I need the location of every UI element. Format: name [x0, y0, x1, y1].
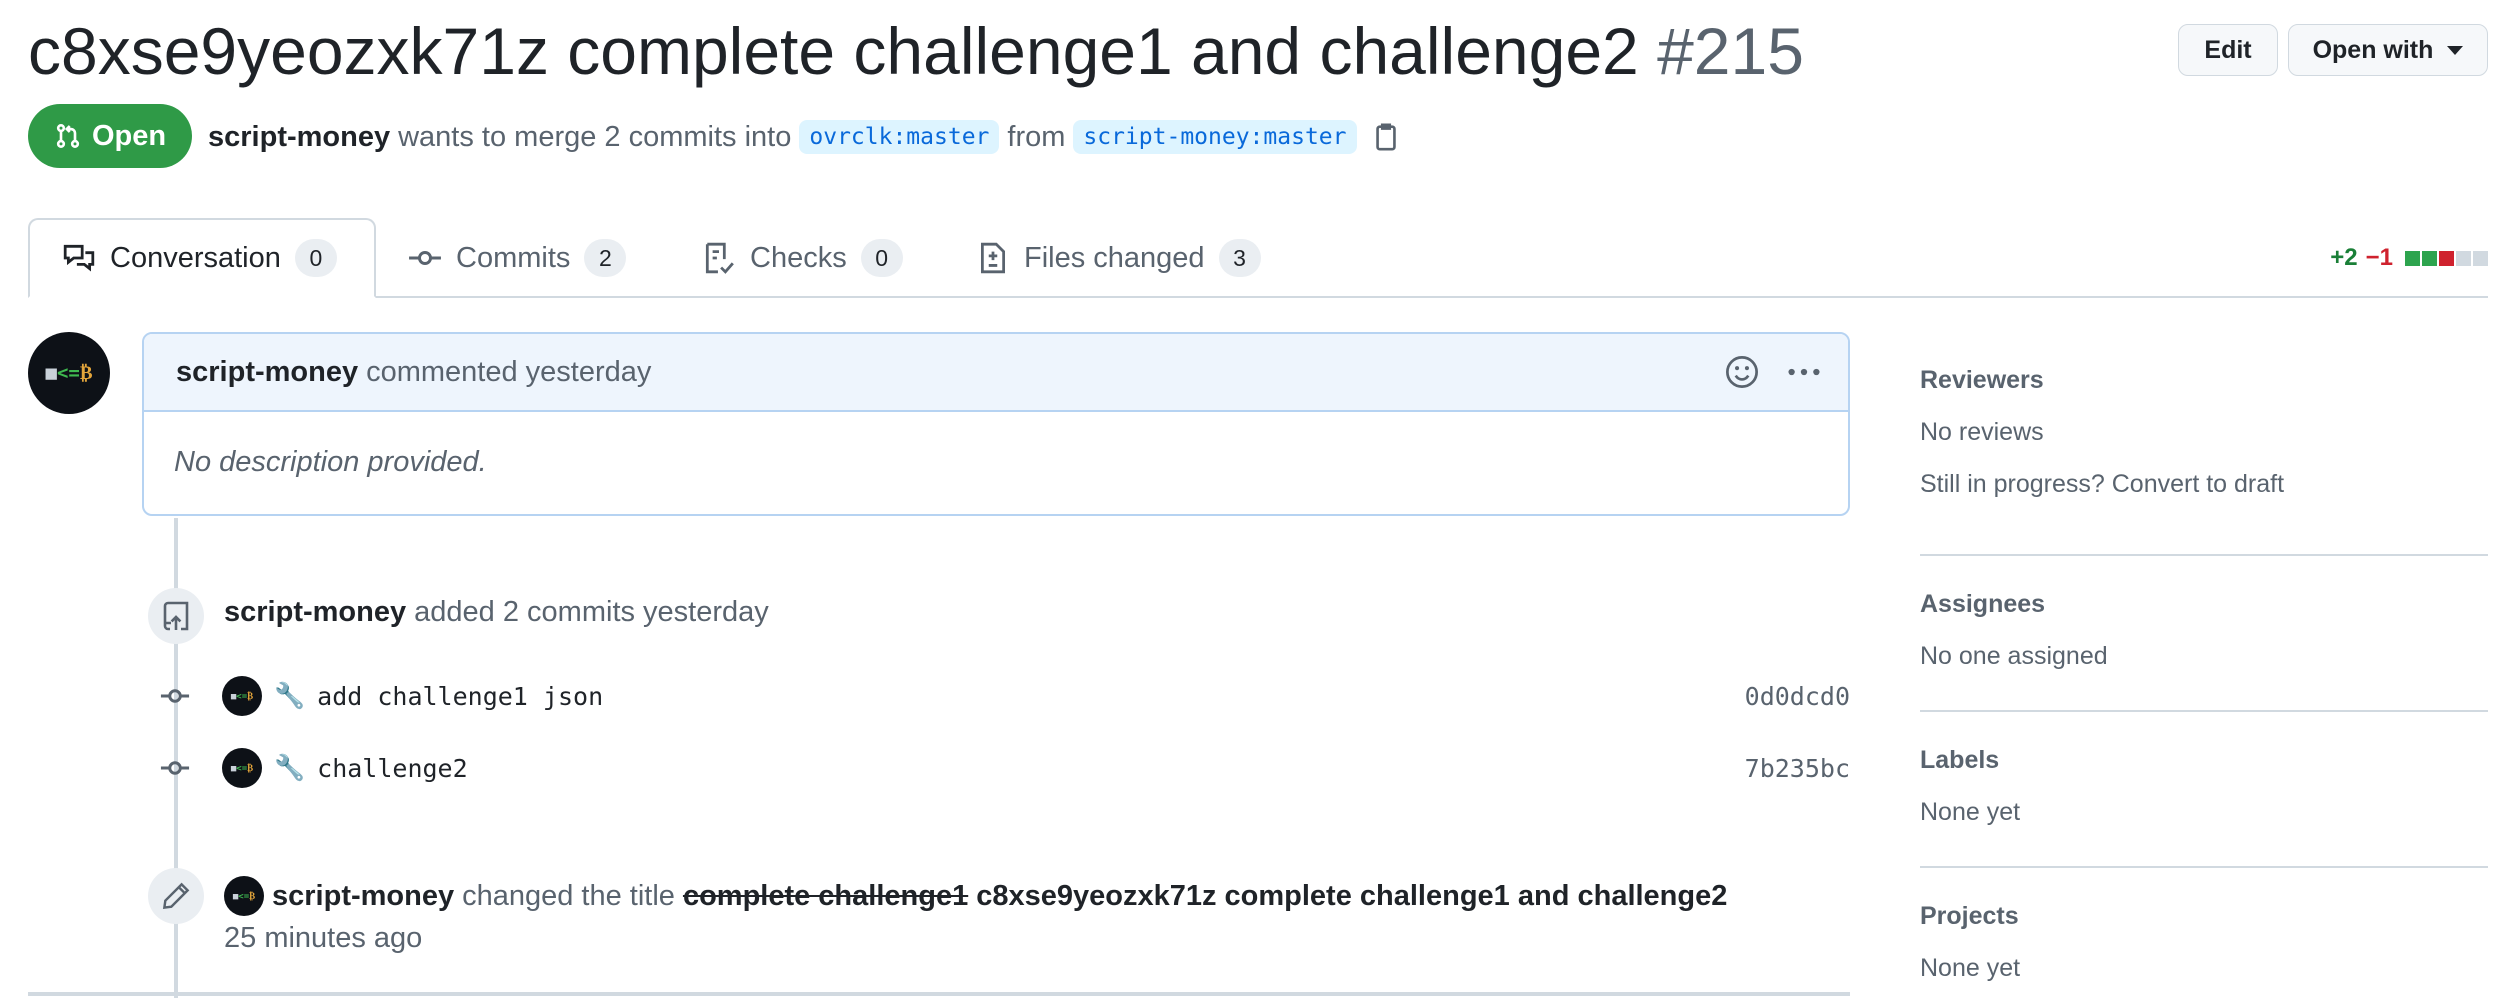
open-with-label: Open with — [2312, 35, 2434, 64]
convert-to-draft-link[interactable]: Still in progress? Convert to draft — [1920, 470, 2284, 499]
timeline-divider — [28, 992, 1850, 996]
old-title: complete challenge1 — [682, 879, 969, 912]
avatar[interactable]: ■<=₿ — [224, 876, 264, 916]
avatar[interactable]: ■<=₿ — [222, 748, 262, 788]
tab-counter: 2 — [584, 239, 627, 277]
copy-icon[interactable] — [1371, 121, 1401, 153]
git-commit-icon — [409, 250, 441, 266]
edit-button[interactable]: Edit — [2178, 24, 2278, 76]
pencil-icon — [148, 868, 204, 924]
author-link[interactable]: script-money — [208, 121, 390, 154]
event-text: added 2 commits yesterday — [414, 596, 769, 628]
checklist-icon — [705, 242, 734, 274]
meta-text: wants to merge 2 commits into — [398, 120, 792, 153]
pr-title: c8xse9yeozxk71z complete challenge1 and … — [28, 8, 1804, 94]
diffstat: +2 −1 — [2330, 244, 2488, 272]
diffstat-additions: +2 — [2330, 244, 2358, 271]
comment-action: commented yesterday — [366, 355, 652, 388]
tab-counter: 0 — [294, 239, 337, 277]
diffstat-deletions: −1 — [2365, 244, 2393, 271]
pr-number: #215 — [1657, 14, 1804, 88]
reviewers-heading[interactable]: Reviewers — [1920, 366, 2044, 395]
tab-label: Commits — [456, 241, 571, 274]
status-label: Open — [91, 119, 167, 152]
labels-value: None yet — [1920, 798, 2021, 826]
git-commit-icon — [160, 689, 190, 703]
tab-files-changed[interactable]: Files changed 3 — [976, 218, 1261, 298]
wrench-icon: 🔧 — [274, 681, 306, 710]
comment-box: script-money commented yesterday No desc… — [142, 332, 1850, 516]
new-title: c8xse9yeozxk71z complete challenge1 and … — [976, 879, 1728, 912]
event-text: changed the title — [462, 879, 675, 912]
commits-event: script-money added 2 commits yesterday — [224, 596, 769, 629]
chevron-down-icon — [2447, 45, 2464, 55]
pr-meta: script-money wants to merge 2 commits in… — [208, 110, 1401, 164]
commit-message[interactable]: add challenge1 json — [317, 682, 603, 711]
from-text: from — [1007, 120, 1066, 153]
commit-sha[interactable]: 0d0dcd0 — [1745, 682, 1850, 711]
event-author[interactable]: script-money — [224, 596, 406, 628]
assignees-value: No one assigned — [1920, 642, 2108, 670]
open-with-button[interactable]: Open with — [2288, 24, 2488, 76]
repo-push-icon — [148, 588, 204, 644]
tab-counter: 3 — [1218, 239, 1261, 277]
commit-message[interactable]: challenge2 — [317, 754, 468, 783]
comment-discussion-icon — [63, 244, 95, 272]
head-branch[interactable]: script-money:master — [1073, 120, 1357, 154]
sidebar-divider — [1920, 710, 2488, 712]
projects-heading[interactable]: Projects — [1920, 902, 2019, 931]
git-pull-request-icon — [56, 124, 80, 148]
comment-body: No description provided. — [174, 446, 487, 478]
comment-header: script-money commented yesterday — [144, 334, 1848, 412]
list-item: ■<=₿ 🔧 add challenge1 json 0d0dcd0 — [160, 676, 1850, 716]
tab-label: Checks — [750, 241, 847, 274]
event-author[interactable]: script-money — [272, 880, 454, 913]
git-commit-icon — [160, 761, 190, 775]
event-time[interactable]: 25 minutes ago — [224, 922, 422, 955]
diffstat-bar — [2405, 250, 2488, 266]
avatar[interactable]: ■<=₿ — [222, 676, 262, 716]
assignees-heading[interactable]: Assignees — [1920, 590, 2045, 619]
sidebar-divider — [1920, 866, 2488, 868]
rename-event: ■<=₿ script-money changed the title comp… — [224, 876, 1727, 916]
tab-checks[interactable]: Checks 0 — [702, 218, 903, 298]
tab-label: Files changed — [1024, 241, 1205, 274]
projects-value: None yet — [1920, 954, 2021, 982]
smiley-icon[interactable] — [1724, 354, 1760, 390]
reviewers-value: No reviews — [1920, 418, 2044, 446]
base-branch[interactable]: ovrclk:master — [799, 120, 1000, 154]
file-diff-icon — [980, 242, 1006, 274]
sidebar-divider — [1920, 554, 2488, 556]
status-badge: Open — [28, 104, 192, 168]
tab-conversation[interactable]: Conversation 0 — [28, 218, 376, 298]
labels-heading[interactable]: Labels — [1920, 746, 1999, 775]
tab-counter: 0 — [860, 239, 903, 277]
pr-title-text: c8xse9yeozxk71z complete challenge1 and … — [28, 14, 1639, 88]
commit-sha[interactable]: 7b235bc — [1745, 754, 1850, 783]
comment-author[interactable]: script-money — [176, 356, 358, 389]
kebab-horizontal-icon[interactable] — [1786, 354, 1822, 390]
tab-commits[interactable]: Commits 2 — [408, 218, 627, 298]
list-item: ■<=₿ 🔧 challenge2 7b235bc — [160, 748, 1850, 788]
tab-label: Conversation — [110, 241, 281, 274]
wrench-icon: 🔧 — [274, 753, 306, 782]
avatar[interactable]: ■<=₿ — [28, 332, 110, 414]
